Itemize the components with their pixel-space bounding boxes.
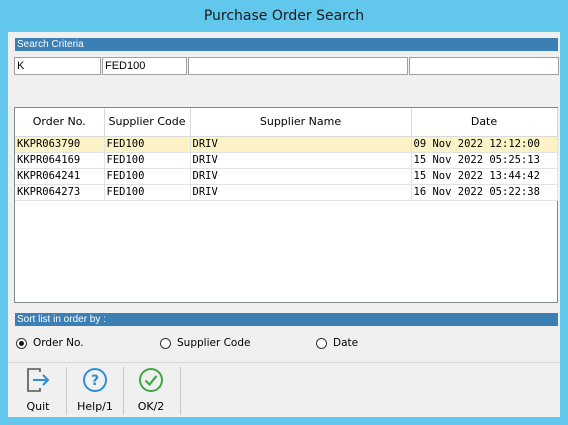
search-criteria-header: Search Criteria <box>15 38 558 51</box>
radio-unselected-icon <box>316 337 327 349</box>
radio-unselected-icon <box>160 337 171 349</box>
toolbar-divider <box>180 367 181 415</box>
date-cell: 15 Nov 2022 05:25:13 <box>411 152 558 169</box>
supplier-name-cell: DRIV <box>190 136 412 153</box>
sort-option-label: Order No. <box>33 337 84 349</box>
sort-by-supplier-code-radio[interactable]: Supplier Code <box>160 337 250 349</box>
order-no-cell: KKPR064169 <box>15 152 105 169</box>
grid-header-row: Order No. Supplier Code Supplier Name Da… <box>15 108 558 137</box>
table-row[interactable]: KKPR064241 FED100 DRIV 15 Nov 2022 13:44… <box>15 168 558 185</box>
date-cell: 16 Nov 2022 05:22:38 <box>411 184 558 201</box>
sort-options-header: Sort list in order by : <box>15 313 558 326</box>
order-no-cell: KKPR064241 <box>15 168 105 185</box>
date-cell: 15 Nov 2022 13:44:42 <box>411 168 558 185</box>
table-row[interactable]: KKPR063790 FED100 DRIV 09 Nov 2022 12:12… <box>15 136 558 153</box>
sort-by-date-radio[interactable]: Date <box>316 337 358 349</box>
bottom-toolbar: Quit ? Help/1 OK/2 <box>8 362 560 417</box>
check-circle-icon <box>137 366 165 397</box>
help-label: Help/1 <box>77 400 113 413</box>
radio-selected-icon <box>16 337 27 349</box>
quit-button[interactable]: Quit <box>10 366 66 416</box>
purchase-order-search-window: Purchase Order Search Search Criteria K … <box>0 0 568 425</box>
supplier-name-cell: DRIV <box>190 168 412 185</box>
column-header-supplier-name[interactable]: Supplier Name <box>190 108 412 137</box>
sort-option-label: Date <box>333 337 359 349</box>
table-row[interactable]: KKPR064169 FED100 DRIV 15 Nov 2022 05:25… <box>15 152 558 169</box>
window-title: Purchase Order Search <box>203 8 365 24</box>
sort-options: Order No. Supplier Code Date <box>14 337 554 353</box>
ok-button[interactable]: OK/2 <box>123 366 179 416</box>
date-cell: 09 Nov 2022 12:12:00 <box>411 136 558 153</box>
column-header-order-no[interactable]: Order No. <box>15 108 105 137</box>
question-circle-icon: ? <box>81 366 109 397</box>
order-no-cell: KKPR064273 <box>15 184 105 201</box>
order-prefix-field[interactable]: K <box>14 57 101 75</box>
sort-by-order-no-radio[interactable]: Order No. <box>16 337 84 349</box>
exit-door-arrow-icon <box>24 366 52 397</box>
sort-option-label: Supplier Code <box>177 337 251 349</box>
supplier-code-cell: FED100 <box>104 168 191 185</box>
supplier-name-cell: DRIV <box>190 152 412 169</box>
column-header-date[interactable]: Date <box>411 108 558 137</box>
svg-text:?: ? <box>91 373 99 389</box>
date-field[interactable] <box>409 57 559 75</box>
results-grid[interactable]: Order No. Supplier Code Supplier Name Da… <box>14 107 558 303</box>
supplier-code-cell: FED100 <box>104 136 191 153</box>
supplier-name-field[interactable] <box>188 57 408 75</box>
order-no-cell: KKPR063790 <box>15 136 105 153</box>
supplier-code-cell: FED100 <box>104 184 191 201</box>
supplier-name-cell: DRIV <box>190 184 412 201</box>
quit-label: Quit <box>26 400 50 413</box>
dialog-body: Search Criteria K FED100 Order No. Suppl… <box>8 32 560 417</box>
search-criteria-fields: K FED100 <box>14 57 560 75</box>
column-header-supplier-code[interactable]: Supplier Code <box>104 108 191 137</box>
supplier-code-field[interactable]: FED100 <box>102 57 187 75</box>
ok-label: OK/2 <box>137 400 165 413</box>
help-button[interactable]: ? Help/1 <box>67 366 123 416</box>
table-row[interactable]: KKPR064273 FED100 DRIV 16 Nov 2022 05:22… <box>15 184 558 201</box>
supplier-code-cell: FED100 <box>104 152 191 169</box>
